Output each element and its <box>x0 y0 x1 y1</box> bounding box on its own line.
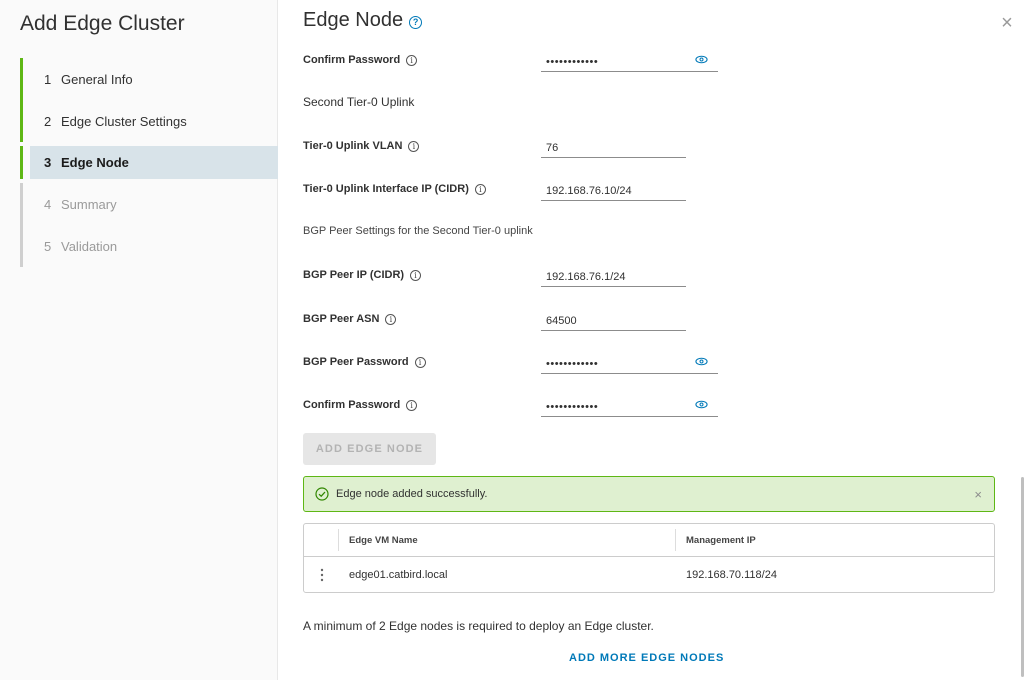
bgp-peer-ip-input[interactable] <box>541 267 686 287</box>
close-icon[interactable]: × <box>974 487 982 502</box>
bgp-peer-asn-row: BGP Peer ASN i <box>303 311 723 341</box>
confirm-password-input-2[interactable] <box>541 397 718 417</box>
confirm-password-row-2: Confirm Password i <box>303 397 723 427</box>
bgp-peer-password-row: BGP Peer Password i <box>303 354 723 384</box>
wizard-steps: 1 General Info 2 Edge Cluster Settings 3… <box>20 58 278 267</box>
field-label: Confirm Password i <box>303 52 418 68</box>
step-label: Validation <box>61 238 118 254</box>
field-label: BGP Peer Password i <box>303 354 426 370</box>
bgp-peer-ip-row: BGP Peer IP (CIDR) i <box>303 267 723 297</box>
field-label-text: Confirm Password <box>303 399 401 411</box>
field-label-text: BGP Peer IP (CIDR) <box>303 269 405 281</box>
field-label: BGP Peer IP (CIDR) i <box>303 267 422 283</box>
tier0-ip-input[interactable] <box>541 181 686 201</box>
wizard-title: Add Edge Cluster <box>20 12 185 35</box>
eye-icon[interactable] <box>695 357 708 366</box>
step-label: Summary <box>61 196 117 212</box>
step-number: 2 <box>44 113 52 129</box>
step-number: 3 <box>44 155 52 170</box>
tier0-ip-row: Tier-0 Uplink Interface IP (CIDR) i <box>303 181 723 211</box>
field-label: Tier-0 Uplink VLAN i <box>303 138 420 154</box>
cell-edge-vm-name: edge01.catbird.local <box>349 568 448 581</box>
step-edge-node[interactable]: 3 Edge Node <box>30 146 278 179</box>
grid-selection-header <box>304 529 339 551</box>
field-label-text: BGP Peer ASN <box>303 313 380 325</box>
help-icon[interactable]: ? <box>409 15 423 29</box>
field-label-text: Tier-0 Uplink VLAN <box>303 140 403 152</box>
eye-icon[interactable] <box>695 55 708 64</box>
step-label: Edge Node <box>61 155 129 170</box>
field-label: Tier-0 Uplink Interface IP (CIDR) i <box>303 181 486 197</box>
confirm-password-input[interactable] <box>541 52 718 72</box>
wizard-sidebar: Add Edge Cluster 1 General Info 2 Edge C… <box>0 0 278 680</box>
info-icon[interactable]: i <box>408 140 420 152</box>
confirm-password-row: Confirm Password i <box>303 52 723 82</box>
eye-icon[interactable] <box>695 400 708 409</box>
page-title-text: Edge Node <box>303 9 404 31</box>
kebab-menu-icon[interactable] <box>320 568 324 582</box>
check-circle-icon <box>315 487 329 501</box>
step-validation: 5 Validation <box>20 225 278 267</box>
edge-node-grid: Edge VM Name Management IP edge01.catbir… <box>303 523 995 593</box>
step-number: 5 <box>44 238 52 254</box>
step-summary: 4 Summary <box>20 183 278 225</box>
step-number: 4 <box>44 196 52 212</box>
field-label: Confirm Password i <box>303 397 418 413</box>
add-more-edge-nodes-link[interactable]: ADD MORE EDGE NODES <box>569 652 724 664</box>
tier0-vlan-row: Tier-0 Uplink VLAN i <box>303 138 723 168</box>
alert-message: Edge node added successfully. <box>336 488 488 500</box>
row-actions <box>304 557 339 592</box>
column-header-edge-vm-name[interactable]: Edge VM Name <box>339 535 675 546</box>
success-alert: Edge node added successfully. × <box>303 476 995 512</box>
field-label-text: BGP Peer Password <box>303 356 409 368</box>
page-title: Edge Node ? <box>303 9 423 32</box>
section-second-uplink: Second Tier-0 Uplink <box>303 95 415 109</box>
info-icon[interactable]: i <box>406 399 418 411</box>
step-label: General Info <box>61 71 133 87</box>
min-nodes-note: A minimum of 2 Edge nodes is required to… <box>303 619 654 633</box>
main-panel: Edge Node ? × Confirm Password i Second … <box>279 0 1024 680</box>
table-row: edge01.catbird.local 192.168.70.118/24 <box>304 557 994 592</box>
info-icon[interactable]: i <box>385 313 397 325</box>
cell-management-ip: 192.168.70.118/24 <box>686 568 777 581</box>
column-header-management-ip[interactable]: Management IP <box>675 529 756 551</box>
section-bgp-settings: BGP Peer Settings for the Second Tier-0 … <box>303 225 533 237</box>
field-label-text: Confirm Password <box>303 54 401 66</box>
step-general-info[interactable]: 1 General Info <box>20 58 278 100</box>
tier0-vlan-input[interactable] <box>541 138 686 158</box>
step-number: 1 <box>44 71 52 87</box>
add-edge-node-button[interactable]: ADD EDGE NODE <box>303 433 436 465</box>
grid-header: Edge VM Name Management IP <box>304 524 994 557</box>
close-icon[interactable]: × <box>998 13 1016 33</box>
field-label: BGP Peer ASN i <box>303 311 397 327</box>
info-icon[interactable]: i <box>406 54 418 66</box>
info-icon[interactable]: i <box>474 183 486 195</box>
step-edge-cluster-settings[interactable]: 2 Edge Cluster Settings <box>20 100 278 142</box>
field-label-text: Tier-0 Uplink Interface IP (CIDR) <box>303 183 469 195</box>
bgp-peer-password-input[interactable] <box>541 354 718 374</box>
bgp-peer-asn-input[interactable] <box>541 311 686 331</box>
info-icon[interactable]: i <box>414 356 426 368</box>
step-label: Edge Cluster Settings <box>61 113 187 129</box>
info-icon[interactable]: i <box>410 269 422 281</box>
